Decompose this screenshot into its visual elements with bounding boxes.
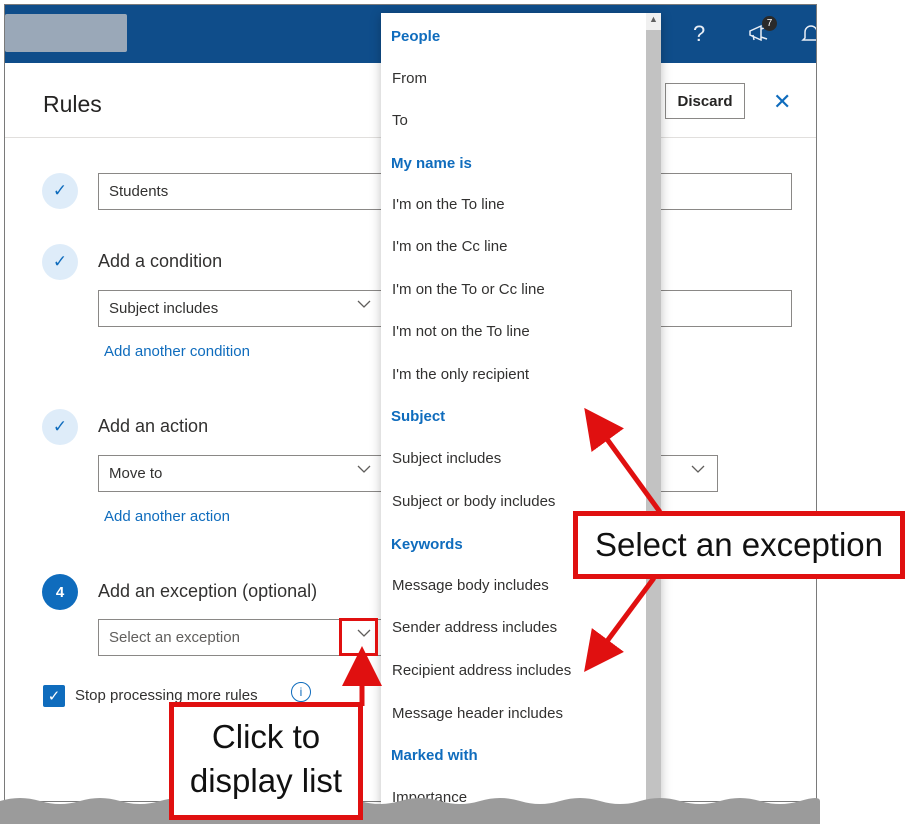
callout-line: display list — [189, 762, 343, 799]
arrow-to-recipient — [584, 576, 657, 673]
arrow-to-subject — [584, 407, 663, 514]
callout-select-exception: Select an exception — [573, 511, 905, 579]
callout-click-to-display: Click to display list — [169, 702, 363, 820]
callout-line: Click to — [211, 718, 321, 755]
annotation-arrows — [342, 407, 663, 706]
